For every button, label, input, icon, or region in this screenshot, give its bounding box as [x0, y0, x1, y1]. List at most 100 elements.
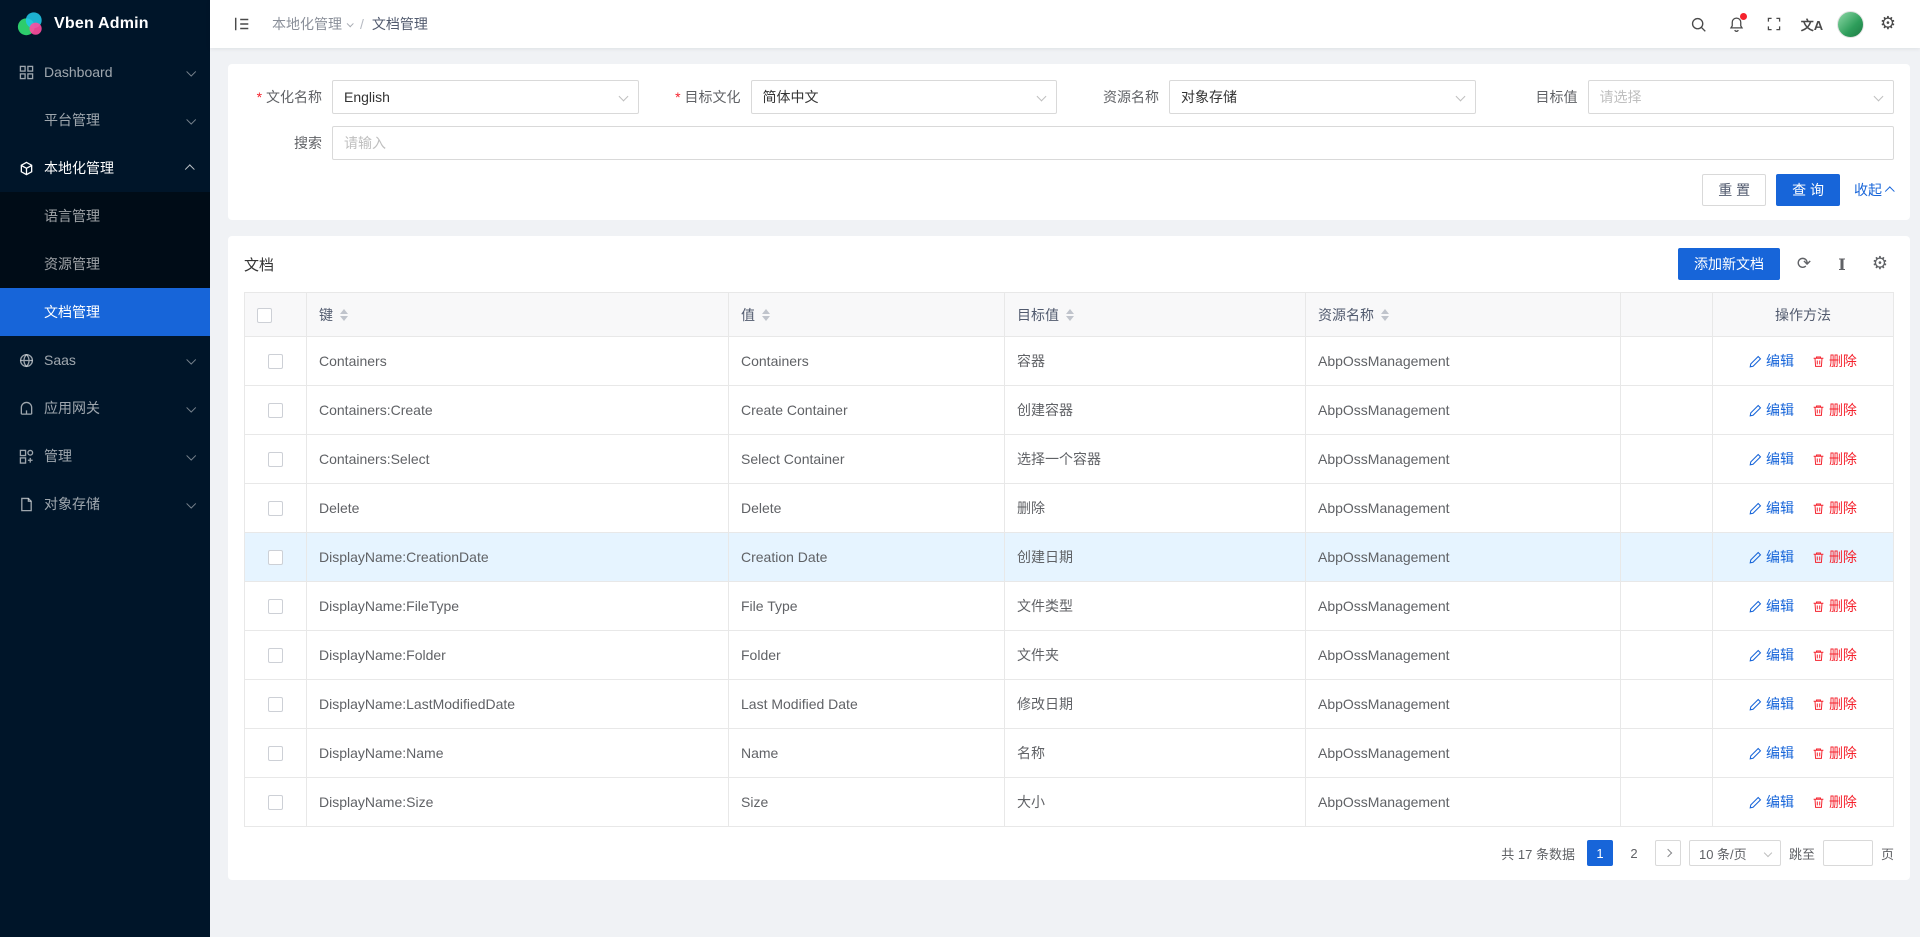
- row-checkbox-cell: [245, 533, 307, 582]
- cell-target-value: 删除: [1005, 484, 1306, 533]
- edit-button[interactable]: 编辑: [1749, 351, 1794, 371]
- chevron-down-icon: [1455, 92, 1465, 102]
- notification-bell-icon[interactable]: [1720, 8, 1752, 40]
- row-checkbox[interactable]: [268, 697, 283, 712]
- menu-fold-icon[interactable]: [226, 8, 258, 40]
- select-all-checkbox[interactable]: [257, 308, 272, 323]
- logo[interactable]: Vben Admin: [0, 0, 210, 48]
- sidebar-item-document-management[interactable]: 文档管理: [0, 288, 210, 336]
- column-header-resource-name[interactable]: 资源名称: [1306, 293, 1621, 337]
- row-checkbox[interactable]: [268, 501, 283, 516]
- table-row[interactable]: DisplayName:Folder Folder 文件夹 AbpOssMana…: [245, 631, 1894, 680]
- target-value-select[interactable]: 请选择: [1588, 80, 1895, 114]
- table-row[interactable]: DisplayName:CreationDate Creation Date 创…: [245, 533, 1894, 582]
- delete-button[interactable]: 删除: [1812, 596, 1857, 616]
- row-checkbox[interactable]: [268, 452, 283, 467]
- sidebar-item-object-storage[interactable]: 对象存储: [0, 480, 210, 528]
- sidebar-item-label: 对象存储: [44, 494, 187, 514]
- collapse-link[interactable]: 收起: [1854, 180, 1894, 200]
- culture-name-select[interactable]: English: [332, 80, 639, 114]
- row-checkbox[interactable]: [268, 648, 283, 663]
- table-row[interactable]: DisplayName:Name Name 名称 AbpOssManagemen…: [245, 729, 1894, 778]
- edit-button[interactable]: 编辑: [1749, 792, 1794, 812]
- field-label: 搜索: [244, 133, 332, 153]
- edit-button[interactable]: 编辑: [1749, 596, 1794, 616]
- row-checkbox-cell: [245, 729, 307, 778]
- row-checkbox[interactable]: [268, 403, 283, 418]
- delete-button[interactable]: 删除: [1812, 743, 1857, 763]
- cell-resource-name: AbpOssManagement: [1306, 337, 1621, 386]
- resource-name-select[interactable]: 对象存储: [1169, 80, 1476, 114]
- edit-button[interactable]: 编辑: [1749, 694, 1794, 714]
- table-row[interactable]: Containers:Create Create Container 创建容器 …: [245, 386, 1894, 435]
- row-checkbox[interactable]: [268, 354, 283, 369]
- next-page-button[interactable]: [1655, 840, 1681, 866]
- delete-button[interactable]: 删除: [1812, 351, 1857, 371]
- search-input[interactable]: [332, 126, 1894, 160]
- sidebar-item-saas[interactable]: Saas: [0, 336, 210, 384]
- row-checkbox[interactable]: [268, 599, 283, 614]
- edit-button[interactable]: 编辑: [1749, 400, 1794, 420]
- table-row[interactable]: DisplayName:Size Size 大小 AbpOssManagemen…: [245, 778, 1894, 827]
- row-checkbox[interactable]: [268, 550, 283, 565]
- row-height-icon[interactable]: I: [1828, 250, 1856, 278]
- sidebar-item-dashboard[interactable]: Dashboard: [0, 48, 210, 96]
- column-header-target-value[interactable]: 目标值: [1005, 293, 1306, 337]
- delete-button[interactable]: 删除: [1812, 547, 1857, 567]
- column-header-key[interactable]: 键: [307, 293, 729, 337]
- edit-button[interactable]: 编辑: [1749, 743, 1794, 763]
- row-checkbox-cell: [245, 582, 307, 631]
- sidebar-item-management[interactable]: 管理: [0, 432, 210, 480]
- translate-icon[interactable]: 文A: [1796, 8, 1828, 40]
- sidebar-item-platform[interactable]: 平台管理: [0, 96, 210, 144]
- sidebar-item-language-management[interactable]: 语言管理: [0, 192, 210, 240]
- main-area: 本地化管理 / 文档管理: [210, 0, 1920, 937]
- edit-button[interactable]: 编辑: [1749, 498, 1794, 518]
- column-header-value[interactable]: 值: [729, 293, 1005, 337]
- chevron-down-icon: [186, 66, 196, 76]
- sidebar-item-localization[interactable]: 本地化管理: [0, 144, 210, 192]
- refresh-icon[interactable]: ⟳: [1790, 250, 1818, 278]
- cell-actions: 编辑 删除: [1713, 386, 1894, 435]
- jump-page-input[interactable]: [1823, 840, 1873, 866]
- cell-resource-name: AbpOssManagement: [1306, 778, 1621, 827]
- target-culture-select[interactable]: 简体中文: [751, 80, 1058, 114]
- add-document-button[interactable]: 添加新文档: [1678, 248, 1780, 280]
- delete-button[interactable]: 删除: [1812, 694, 1857, 714]
- page-size-select[interactable]: 10 条/页: [1689, 840, 1781, 866]
- sidebar-item-resource-management[interactable]: 资源管理: [0, 240, 210, 288]
- settings-gear-icon[interactable]: ⚙: [1872, 8, 1904, 40]
- table-row[interactable]: Containers:Select Select Container 选择一个容…: [245, 435, 1894, 484]
- dashboard-icon: [18, 64, 34, 80]
- edit-button[interactable]: 编辑: [1749, 547, 1794, 567]
- page-button-2[interactable]: 2: [1621, 840, 1647, 866]
- delete-button[interactable]: 删除: [1812, 645, 1857, 665]
- user-avatar[interactable]: [1834, 8, 1866, 40]
- query-button[interactable]: 查 询: [1776, 174, 1840, 206]
- search-icon[interactable]: [1682, 8, 1714, 40]
- page-button-1[interactable]: 1: [1587, 840, 1613, 866]
- delete-button[interactable]: 删除: [1812, 792, 1857, 812]
- table-row[interactable]: DisplayName:FileType File Type 文件类型 AbpO…: [245, 582, 1894, 631]
- edit-button[interactable]: 编辑: [1749, 645, 1794, 665]
- table-body: Containers Containers 容器 AbpOssManagemen…: [245, 337, 1894, 827]
- table-row[interactable]: Delete Delete 删除 AbpOssManagement 编辑 删除: [245, 484, 1894, 533]
- table-row[interactable]: Containers Containers 容器 AbpOssManagemen…: [245, 337, 1894, 386]
- cell-resource-name: AbpOssManagement: [1306, 435, 1621, 484]
- fullscreen-icon[interactable]: [1758, 8, 1790, 40]
- column-settings-gear-icon[interactable]: ⚙: [1866, 250, 1894, 278]
- sidebar-item-gateway[interactable]: 应用网关: [0, 384, 210, 432]
- reset-button[interactable]: 重 置: [1702, 174, 1766, 206]
- cell-key: DisplayName:Size: [307, 778, 729, 827]
- breadcrumb-item-localization[interactable]: 本地化管理: [272, 14, 352, 34]
- delete-button[interactable]: 删除: [1812, 449, 1857, 469]
- row-checkbox[interactable]: [268, 746, 283, 761]
- table-row[interactable]: DisplayName:LastModifiedDate Last Modifi…: [245, 680, 1894, 729]
- gateway-icon: [18, 400, 34, 416]
- delete-button[interactable]: 删除: [1812, 498, 1857, 518]
- edit-button[interactable]: 编辑: [1749, 449, 1794, 469]
- row-checkbox[interactable]: [268, 795, 283, 810]
- chevron-down-icon: [186, 354, 196, 364]
- field-label: 文化名称: [244, 87, 332, 107]
- delete-button[interactable]: 删除: [1812, 400, 1857, 420]
